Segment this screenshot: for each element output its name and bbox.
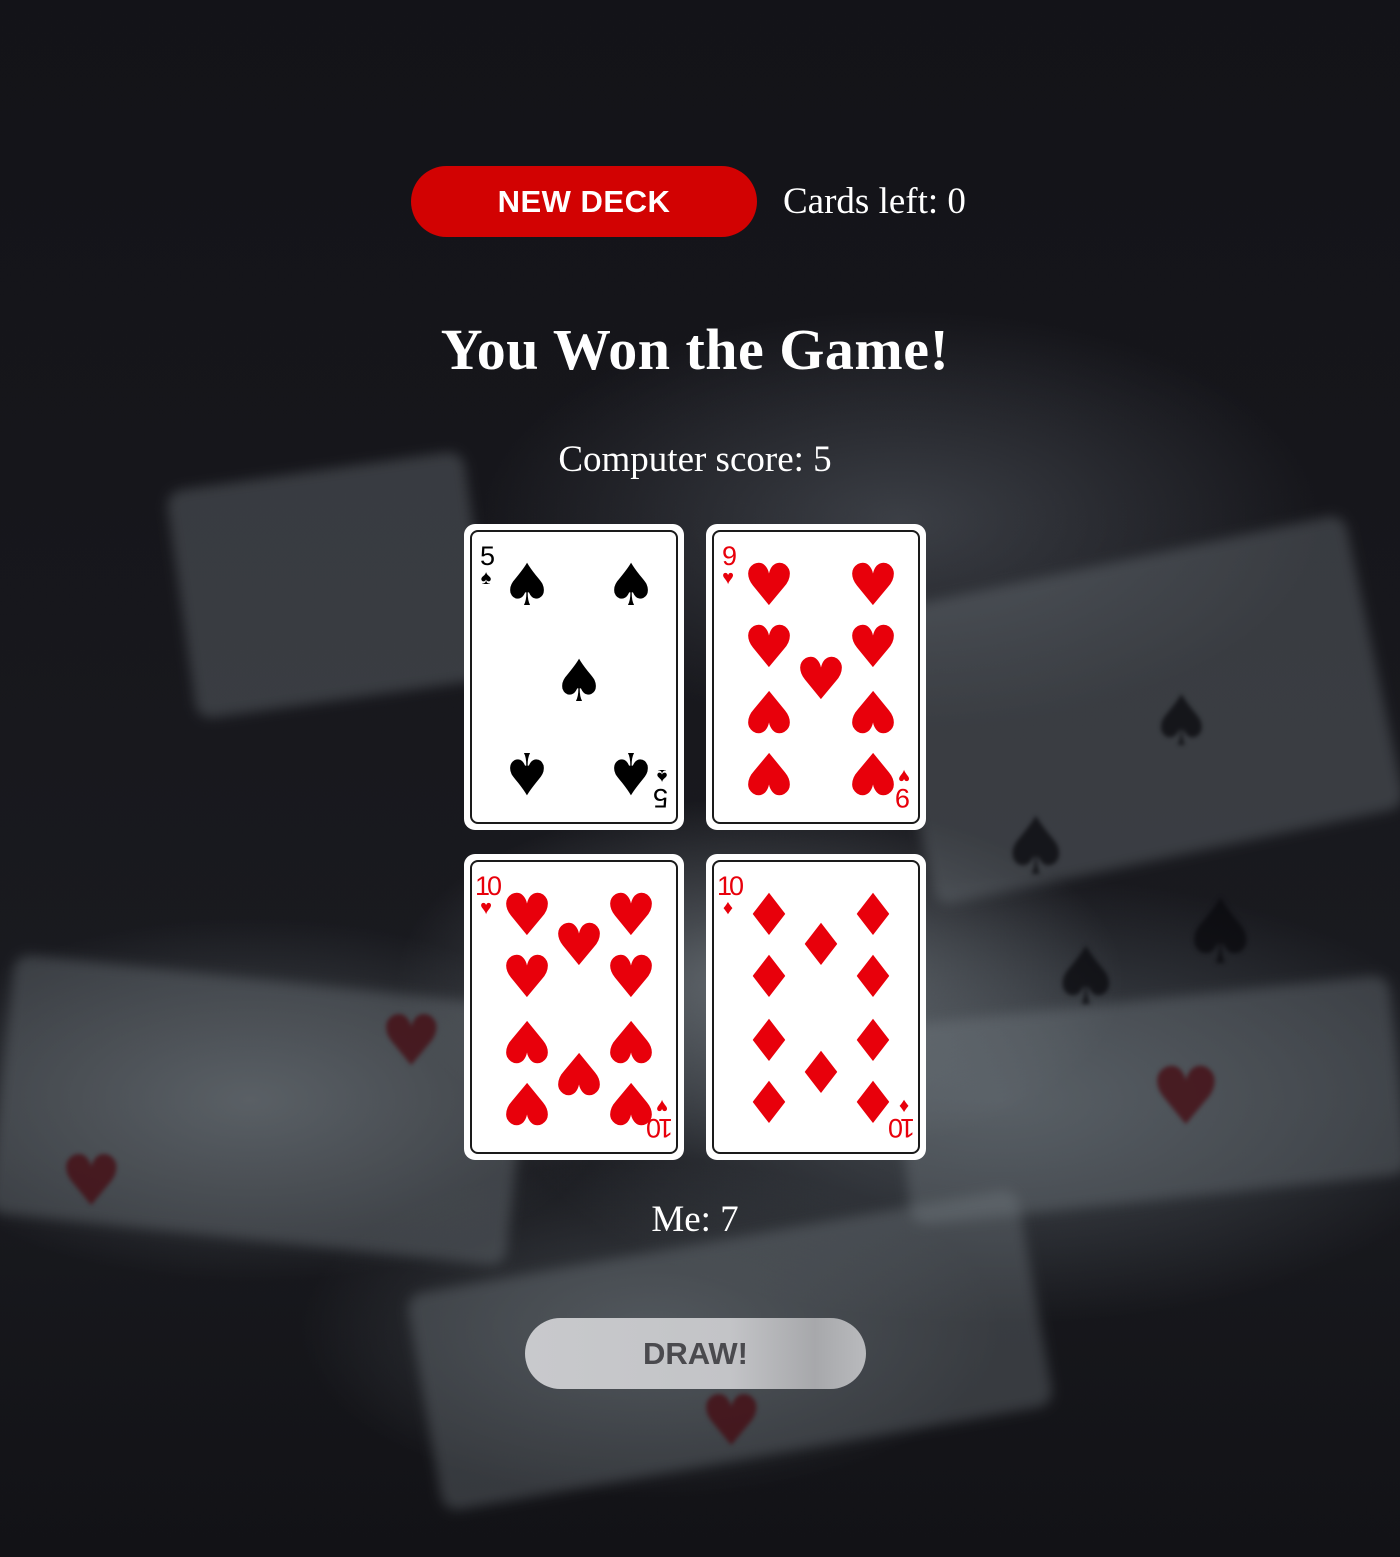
card-face: 10 ♥ 10 ♥ ♥ ♥ ♥ ♥ ♥ ♥ ♥ ♥ ♥ ♥	[470, 860, 678, 1154]
player-card: 10 ♦ 10 ♦ ♦ ♦ ♦ ♦ ♦ ♦ ♦ ♦ ♦ ♦	[707, 855, 925, 1159]
heart-icon: ♥	[743, 613, 795, 681]
background-spade-icon: ♠	[1000, 800, 1072, 893]
background-heart-icon: ♥	[380, 1000, 443, 1082]
diamond-icon: ♦	[743, 881, 795, 949]
heart-icon: ♥	[847, 613, 899, 681]
diamond-icon: ♦	[743, 1007, 795, 1075]
heart-icon: ♥	[605, 1069, 657, 1137]
diamond-icon: ♦	[795, 1039, 847, 1107]
card-index-top: 10 ♥	[475, 871, 502, 919]
card-rank: 10	[717, 871, 744, 901]
card-index-top: 9 ♥	[717, 541, 739, 589]
spade-icon: ♠	[480, 567, 492, 589]
card-face: 9 ♥ 9 ♥ ♥ ♥ ♥ ♥ ♥ ♥ ♥ ♥ ♥	[712, 530, 920, 824]
player-card: 10 ♥ 10 ♥ ♥ ♥ ♥ ♥ ♥ ♥ ♥ ♥ ♥ ♥	[465, 855, 683, 1159]
spade-icon: ♠	[501, 739, 553, 807]
heart-icon: ♥	[743, 677, 795, 745]
heart-icon: ♥	[722, 567, 734, 589]
diamond-icon: ♦	[743, 943, 795, 1011]
card-rank: 9	[721, 541, 737, 571]
spade-icon: ♠	[553, 647, 605, 715]
spade-icon: ♠	[605, 551, 657, 619]
diamond-icon: ♦	[847, 1069, 899, 1137]
card-rank: 5	[479, 541, 495, 571]
computer-score: Computer score: 5	[558, 439, 832, 480]
background-card	[165, 450, 495, 720]
heart-icon: ♥	[743, 551, 795, 619]
draw-button[interactable]: DRAW!	[525, 1318, 866, 1389]
card-face: 5 ♠ 5 ♠ ♠ ♠ ♠ ♠ ♠	[470, 530, 678, 824]
spade-icon: ♠	[605, 739, 657, 807]
heart-icon: ♥	[847, 739, 899, 807]
diamond-icon: ♦	[743, 1069, 795, 1137]
heart-icon: ♥	[605, 881, 657, 949]
heart-icon: ♥	[847, 677, 899, 745]
heart-icon: ♥	[605, 943, 657, 1011]
heart-icon: ♥	[501, 1007, 553, 1075]
background-card	[890, 974, 1400, 1226]
spade-icon: ♠	[501, 551, 553, 619]
background-heart-icon: ♥	[1150, 1050, 1222, 1143]
game-result-headline: You Won the Game!	[440, 317, 950, 382]
heart-icon: ♥	[501, 881, 553, 949]
heart-icon: ♥	[553, 911, 605, 979]
background-card	[874, 513, 1400, 907]
background-spade-icon: ♠	[1050, 930, 1122, 1023]
heart-icon: ♥	[847, 551, 899, 619]
computer-card: 9 ♥ 9 ♥ ♥ ♥ ♥ ♥ ♥ ♥ ♥ ♥ ♥	[707, 525, 925, 829]
card-grid: 5 ♠ 5 ♠ ♠ ♠ ♠ ♠ ♠ 9 ♥ 9 ♥ ♥ ♥ ♥ ♥ ♥ ♥ ♥ …	[465, 525, 925, 1159]
diamond-icon: ♦	[847, 1007, 899, 1075]
background-spade-icon: ♠	[1180, 880, 1261, 985]
card-index-top: 5 ♠	[475, 541, 497, 589]
diamond-icon: ♦	[795, 911, 847, 979]
diamond-icon: ♦	[722, 897, 734, 919]
heart-icon: ♥	[480, 897, 492, 919]
diamond-icon: ♦	[847, 881, 899, 949]
cards-left-counter: Cards left: 0	[783, 181, 966, 222]
heart-icon: ♥	[501, 1069, 553, 1137]
diamond-icon: ♦	[847, 943, 899, 1011]
heart-icon: ♥	[605, 1007, 657, 1075]
heart-icon: ♥	[501, 943, 553, 1011]
card-face: 10 ♦ 10 ♦ ♦ ♦ ♦ ♦ ♦ ♦ ♦ ♦ ♦ ♦	[712, 860, 920, 1154]
background-heart-icon: ♥	[700, 1380, 763, 1462]
player-score: Me: 7	[651, 1199, 739, 1240]
top-bar: NEW DECK Cards left: 0	[411, 166, 966, 237]
background-spade-icon: ♠	[1150, 680, 1213, 762]
card-rank: 10	[475, 871, 502, 901]
heart-icon: ♥	[743, 739, 795, 807]
heart-icon: ♥	[795, 645, 847, 713]
card-index-top: 10 ♦	[717, 871, 744, 919]
heart-icon: ♥	[553, 1039, 605, 1107]
computer-card: 5 ♠ 5 ♠ ♠ ♠ ♠ ♠ ♠	[465, 525, 683, 829]
new-deck-button[interactable]: NEW DECK	[411, 166, 757, 237]
